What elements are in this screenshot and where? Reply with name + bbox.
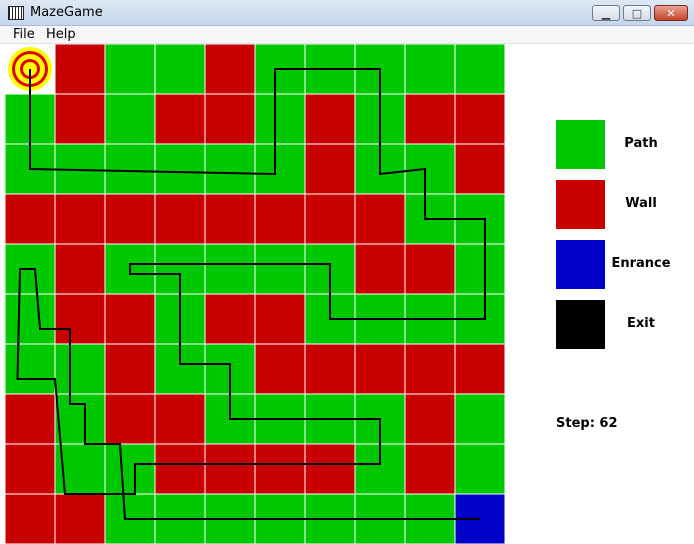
wall-cell	[104, 293, 156, 345]
legend-label-path: Path	[624, 136, 658, 151]
wall-cell	[5, 493, 56, 544]
wall-cell	[404, 443, 456, 495]
window-title: MazeGame	[30, 5, 103, 20]
legend-label-exit: Exit	[627, 316, 655, 331]
path-cell	[54, 393, 106, 445]
path-cell	[454, 44, 505, 95]
wall-cell	[454, 343, 505, 395]
wall-cell	[304, 93, 356, 145]
wall-cell	[154, 393, 206, 445]
wall-cell	[154, 443, 206, 495]
path-cell	[404, 44, 456, 95]
wall-cell	[54, 44, 106, 95]
path-cell	[104, 93, 156, 145]
wall-cell	[254, 193, 306, 245]
wall-cell	[404, 243, 456, 295]
minimize-icon: ▁	[601, 6, 611, 20]
legend-swatch-exit	[556, 300, 605, 349]
wall-cell	[54, 293, 106, 345]
wall-cell	[304, 193, 356, 245]
path-cell	[204, 243, 256, 295]
wall-cell	[5, 193, 56, 245]
wall-cell	[204, 193, 256, 245]
wall-cell	[354, 243, 406, 295]
menu-help[interactable]: Help	[46, 27, 76, 42]
wall-cell	[204, 44, 256, 95]
wall-cell	[154, 193, 206, 245]
wall-cell	[54, 243, 106, 295]
maximize-button[interactable]: □	[623, 5, 651, 21]
close-button[interactable]: ✕	[654, 5, 688, 21]
wall-cell	[404, 93, 456, 145]
legend-label-wall: Wall	[625, 196, 657, 211]
path-cell	[104, 44, 156, 95]
step-counter: Step: 62	[556, 416, 618, 431]
path-cell	[154, 44, 206, 95]
wall-cell	[54, 493, 106, 544]
wall-cell	[204, 293, 256, 345]
wall-cell	[304, 143, 356, 195]
path-cell	[54, 343, 106, 395]
legend-label-entrance: Enrance	[611, 256, 671, 271]
path-cell	[104, 443, 156, 495]
wall-cell	[104, 193, 156, 245]
maze-cells	[5, 44, 505, 544]
wall-cell	[54, 93, 106, 145]
maximize-icon: □	[631, 6, 643, 20]
path-cell	[154, 143, 206, 195]
wall-cell	[104, 393, 156, 445]
wall-cell	[354, 193, 406, 245]
wall-cell	[254, 343, 306, 395]
legend-swatch-wall	[556, 180, 605, 229]
maze-game-window: MazeGame ▁ □ ✕ File Help Path Wall Enran…	[0, 0, 694, 544]
wall-cell	[404, 343, 456, 395]
path-cell	[454, 243, 505, 295]
path-cell	[5, 343, 56, 395]
minimize-button[interactable]: ▁	[592, 5, 620, 21]
path-cell	[204, 143, 256, 195]
wall-cell	[54, 193, 106, 245]
path-cell	[254, 243, 306, 295]
path-cell	[404, 143, 456, 195]
wall-cell	[304, 343, 356, 395]
wall-cell	[204, 443, 256, 495]
path-cell	[454, 443, 505, 495]
menu-bar: File Help	[0, 26, 694, 44]
maze-board[interactable]	[5, 44, 505, 544]
wall-cell	[304, 443, 356, 495]
wall-cell	[254, 443, 306, 495]
path-cell	[254, 143, 306, 195]
wall-cell	[204, 93, 256, 145]
wall-cell	[454, 93, 505, 145]
menu-file[interactable]: File	[13, 27, 35, 42]
wall-cell	[254, 293, 306, 345]
wall-cell	[454, 143, 505, 195]
path-cell	[454, 393, 505, 445]
wall-cell	[404, 393, 456, 445]
wall-cell	[5, 443, 56, 495]
wall-cell	[154, 93, 206, 145]
wall-cell	[5, 393, 56, 445]
path-cell	[5, 293, 56, 345]
wall-cell	[104, 343, 156, 395]
title-bar[interactable]: MazeGame ▁ □ ✕	[0, 0, 694, 26]
legend-swatch-entrance	[556, 240, 605, 289]
close-icon: ✕	[666, 6, 676, 20]
legend-swatch-path	[556, 120, 605, 169]
path-cell	[104, 143, 156, 195]
wall-cell	[354, 343, 406, 395]
app-icon	[8, 6, 24, 20]
path-cell	[254, 93, 306, 145]
